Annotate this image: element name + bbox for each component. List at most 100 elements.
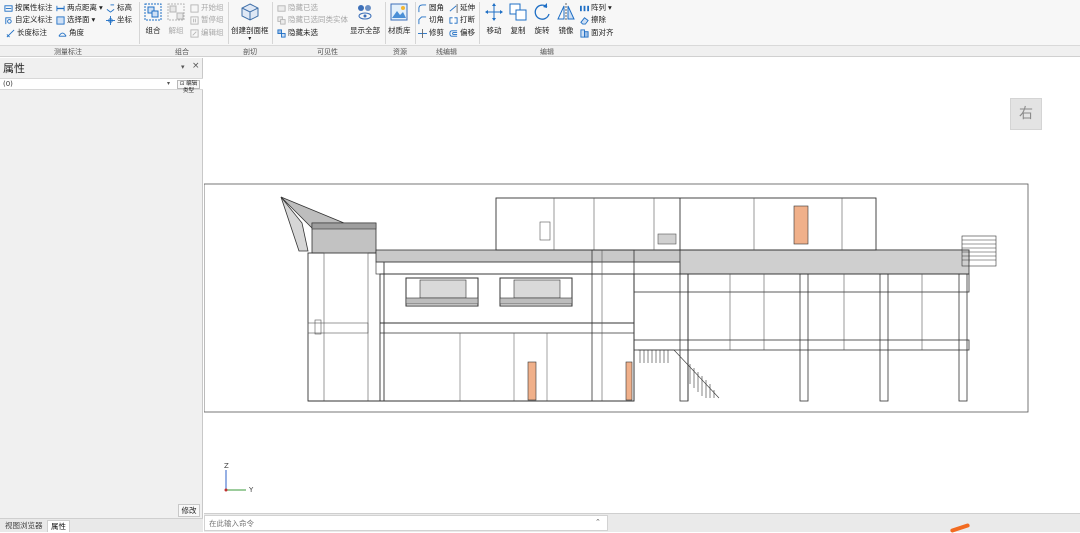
delete-button[interactable]: 擦除 bbox=[580, 14, 606, 26]
align-face-icon bbox=[580, 28, 589, 38]
align-face-label: 面对齐 bbox=[591, 28, 614, 37]
trim-label: 修剪 bbox=[429, 28, 444, 37]
material-library-icon bbox=[390, 3, 408, 21]
align-face-button[interactable]: 面对齐 bbox=[580, 27, 614, 39]
extend-button[interactable]: 延伸 bbox=[449, 2, 475, 14]
show-all-icon bbox=[358, 5, 372, 20]
select-face-icon bbox=[56, 15, 65, 25]
3d-viewport[interactable]: Z Y 右 bbox=[204, 58, 1080, 513]
command-input[interactable] bbox=[209, 517, 589, 530]
ungroup-label: 解组 bbox=[168, 26, 184, 35]
hide-selected-button[interactable]: 隐藏已选 bbox=[277, 2, 318, 14]
hide-unselected-label: 隐藏未选 bbox=[288, 28, 318, 37]
pause-group-icon bbox=[190, 15, 199, 25]
rotate-label: 旋转 bbox=[534, 26, 550, 35]
create-section-box-button[interactable]: 创建剖面框 ▾ bbox=[231, 2, 269, 42]
length-dimension-button[interactable]: 长度标注 bbox=[6, 27, 47, 39]
properties-panel: 属性 ▾ × (0) ▾ ⊡ 编辑类型 修改 bbox=[0, 58, 203, 518]
column-main bbox=[958, 273, 968, 402]
rotate-button[interactable]: 旋转 bbox=[532, 2, 552, 36]
trim-button[interactable]: 修剪 bbox=[418, 27, 444, 39]
two-point-distance-label: 两点距离 bbox=[67, 3, 97, 12]
ribbon-group-labels: 测量标注 组合 剖切 可见性 资源 线编辑 编辑 bbox=[0, 46, 1080, 57]
panel-header: 属性 ▾ × bbox=[0, 58, 203, 78]
two-point-distance-button[interactable]: 两点距离 ▾ bbox=[56, 2, 103, 14]
separator bbox=[415, 2, 416, 44]
origin-point bbox=[224, 488, 228, 492]
chamfer-button[interactable]: 切角 bbox=[418, 14, 444, 26]
attribute-dimension-button[interactable]: 按属性标注 bbox=[4, 2, 53, 14]
combine-label: 组合 bbox=[145, 26, 161, 35]
slab-edge bbox=[375, 261, 681, 275]
break-button[interactable]: 打断 bbox=[449, 14, 475, 26]
pause-group-button[interactable]: 暂停组 bbox=[190, 14, 224, 26]
viewcube-right-face[interactable]: 右 bbox=[1010, 98, 1042, 130]
length-dimension-label: 长度标注 bbox=[17, 28, 47, 37]
angle-button[interactable]: 角度 bbox=[58, 27, 84, 39]
lower-beam bbox=[633, 339, 970, 351]
building-elevation-drawing: Z Y bbox=[204, 183, 1029, 494]
section-box-icon bbox=[241, 3, 259, 21]
array-button[interactable]: 阵列 ▾ bbox=[580, 2, 612, 14]
separator bbox=[139, 2, 140, 44]
separator bbox=[272, 2, 273, 44]
hide-selected-same-button[interactable]: 隐藏已选同类实体 bbox=[277, 14, 348, 26]
separator bbox=[479, 2, 480, 44]
group-label-section: 剖切 bbox=[243, 48, 257, 56]
open-group-button[interactable]: 开始组 bbox=[190, 2, 224, 14]
delete-label: 擦除 bbox=[591, 15, 606, 24]
tab-properties[interactable]: 属性 bbox=[47, 520, 70, 532]
show-all-button[interactable]: 显示全部 bbox=[350, 2, 380, 36]
command-history-toggle-icon[interactable]: ⌃ bbox=[595, 518, 601, 526]
window-upper-left-pane bbox=[419, 279, 467, 299]
hide-selected-icon bbox=[277, 4, 286, 12]
chamfer-icon bbox=[418, 15, 427, 24]
door-stair bbox=[625, 361, 633, 401]
chevron-down-icon[interactable]: ▾ bbox=[167, 80, 170, 87]
edit-type-button[interactable]: ⊡ 编辑类型 bbox=[177, 80, 200, 94]
array-icon bbox=[580, 5, 589, 11]
offset-icon bbox=[449, 29, 458, 37]
copy-icon bbox=[509, 3, 527, 21]
offset-label: 偏移 bbox=[460, 28, 475, 37]
hide-unselected-button[interactable]: 隐藏未选 bbox=[277, 27, 318, 39]
custom-dimension-button[interactable]: 自定义标注 bbox=[4, 14, 53, 26]
tab-view-browser[interactable]: 视图浏览器 bbox=[2, 520, 46, 532]
rotate-icon bbox=[534, 3, 550, 20]
command-bar: ⌃ bbox=[204, 513, 1080, 532]
command-input-box: ⌃ bbox=[204, 515, 608, 531]
panel-close-icon[interactable]: × bbox=[192, 61, 200, 71]
mirror-button[interactable]: 镜像 bbox=[556, 2, 576, 36]
edit-group-button[interactable]: 编辑组 bbox=[190, 27, 224, 39]
hide-selected-label: 隐藏已选 bbox=[288, 3, 318, 12]
extend-icon bbox=[449, 3, 458, 13]
copy-button[interactable]: 复制 bbox=[508, 2, 528, 36]
group-label-line-edit: 线编辑 bbox=[436, 48, 457, 56]
hide-selected-same-icon bbox=[277, 15, 286, 25]
eraser-icon bbox=[580, 16, 589, 25]
elevation-button[interactable]: 标高 bbox=[106, 2, 132, 14]
fillet-button[interactable]: 圆角 bbox=[418, 2, 444, 14]
material-library-button[interactable]: 材质库 bbox=[388, 2, 411, 36]
window-sill bbox=[405, 297, 479, 305]
panel-pin-icon[interactable]: ▾ bbox=[181, 63, 185, 71]
column-main bbox=[879, 273, 889, 402]
trim-icon bbox=[418, 28, 427, 38]
select-face-button[interactable]: 选择面 ▾ bbox=[56, 14, 95, 26]
combine-button[interactable]: 组合 bbox=[143, 2, 163, 36]
left-block-inner bbox=[323, 252, 369, 402]
coordinate-button[interactable]: 坐标 bbox=[106, 14, 132, 26]
attribute-dimension-icon bbox=[4, 4, 13, 12]
move-label: 移动 bbox=[486, 26, 502, 35]
ungroup-button[interactable]: 解组 bbox=[166, 2, 186, 36]
panel-tabs: 视图浏览器 属性 bbox=[0, 518, 203, 532]
offset-button[interactable]: 偏移 bbox=[449, 27, 475, 39]
move-button[interactable]: 移动 bbox=[484, 2, 504, 36]
mirror-icon bbox=[557, 3, 575, 21]
dropdown-arrow-icon: ▾ bbox=[608, 3, 612, 12]
window-upper-right-pane bbox=[513, 279, 561, 299]
length-dimension-icon bbox=[6, 29, 15, 37]
apply-button[interactable]: 修改 bbox=[178, 504, 200, 517]
type-selector[interactable]: (0) ▾ ⊡ 编辑类型 bbox=[0, 78, 203, 94]
elevation-icon bbox=[106, 3, 115, 13]
